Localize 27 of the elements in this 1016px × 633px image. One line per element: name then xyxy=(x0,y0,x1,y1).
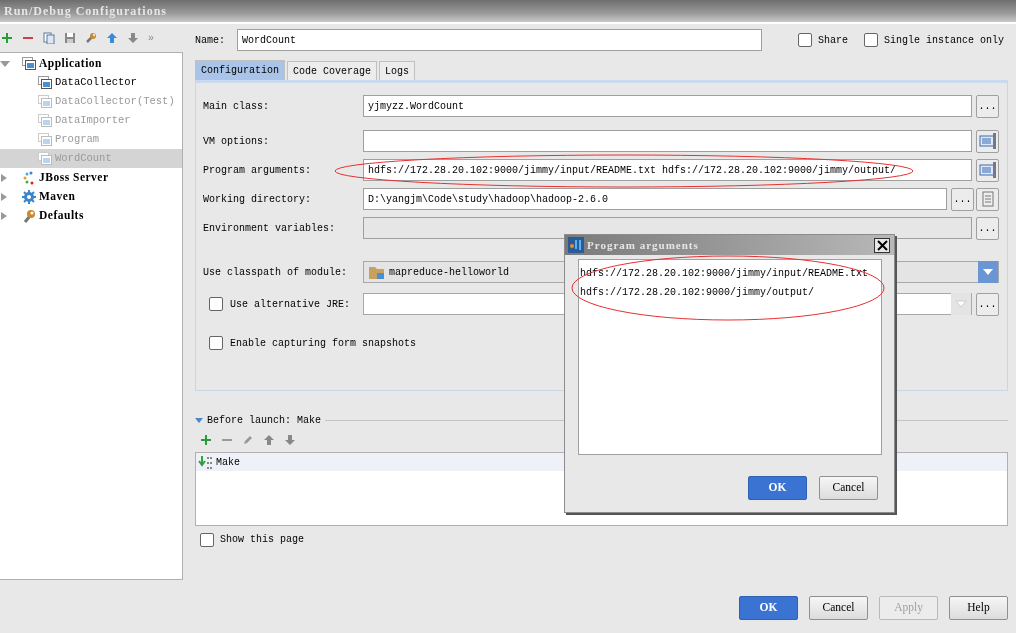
window-title: Run/Debug Configurations xyxy=(4,3,168,20)
tree-item-label: WordCount xyxy=(55,150,112,166)
tree-item-label: JBoss Server xyxy=(39,169,109,185)
tree-item-label: DataImporter xyxy=(55,112,131,128)
checkbox-label: Use alternative JRE: xyxy=(230,297,351,312)
field-label: Main class: xyxy=(203,99,270,114)
field-label: VM options: xyxy=(203,134,270,149)
tree-item-label: Defaults xyxy=(39,207,84,223)
checkbox-label: Share xyxy=(818,33,848,48)
dropdown-value: mapreduce-helloworld xyxy=(389,265,510,280)
tree-item-label: Program xyxy=(55,131,100,147)
dialog-title: Program arguments xyxy=(587,237,699,253)
section-title: Before launch: Make xyxy=(207,414,322,428)
task-label: Make xyxy=(216,455,240,470)
argument-line: hdfs://172.28.20.102:9000/jimmy/output/ xyxy=(580,286,816,300)
field-label: Environment variables: xyxy=(203,221,337,236)
tree-item-label: DataCollector xyxy=(55,74,137,90)
field-label: Use classpath of module: xyxy=(203,265,349,280)
checkbox-label: Show this page xyxy=(220,533,304,547)
checkbox-label: Enable capturing form snapshots xyxy=(230,336,417,351)
field-label: Working directory: xyxy=(203,192,313,207)
field-label: Name: xyxy=(195,33,226,48)
tree-item-label: Maven xyxy=(39,188,76,204)
checkbox-label: Single instance only xyxy=(884,33,1005,48)
tree-item-label: Application xyxy=(39,55,102,72)
field-label: Program arguments: xyxy=(203,163,313,178)
tree-item-label: DataCollector(Test) xyxy=(55,93,175,109)
